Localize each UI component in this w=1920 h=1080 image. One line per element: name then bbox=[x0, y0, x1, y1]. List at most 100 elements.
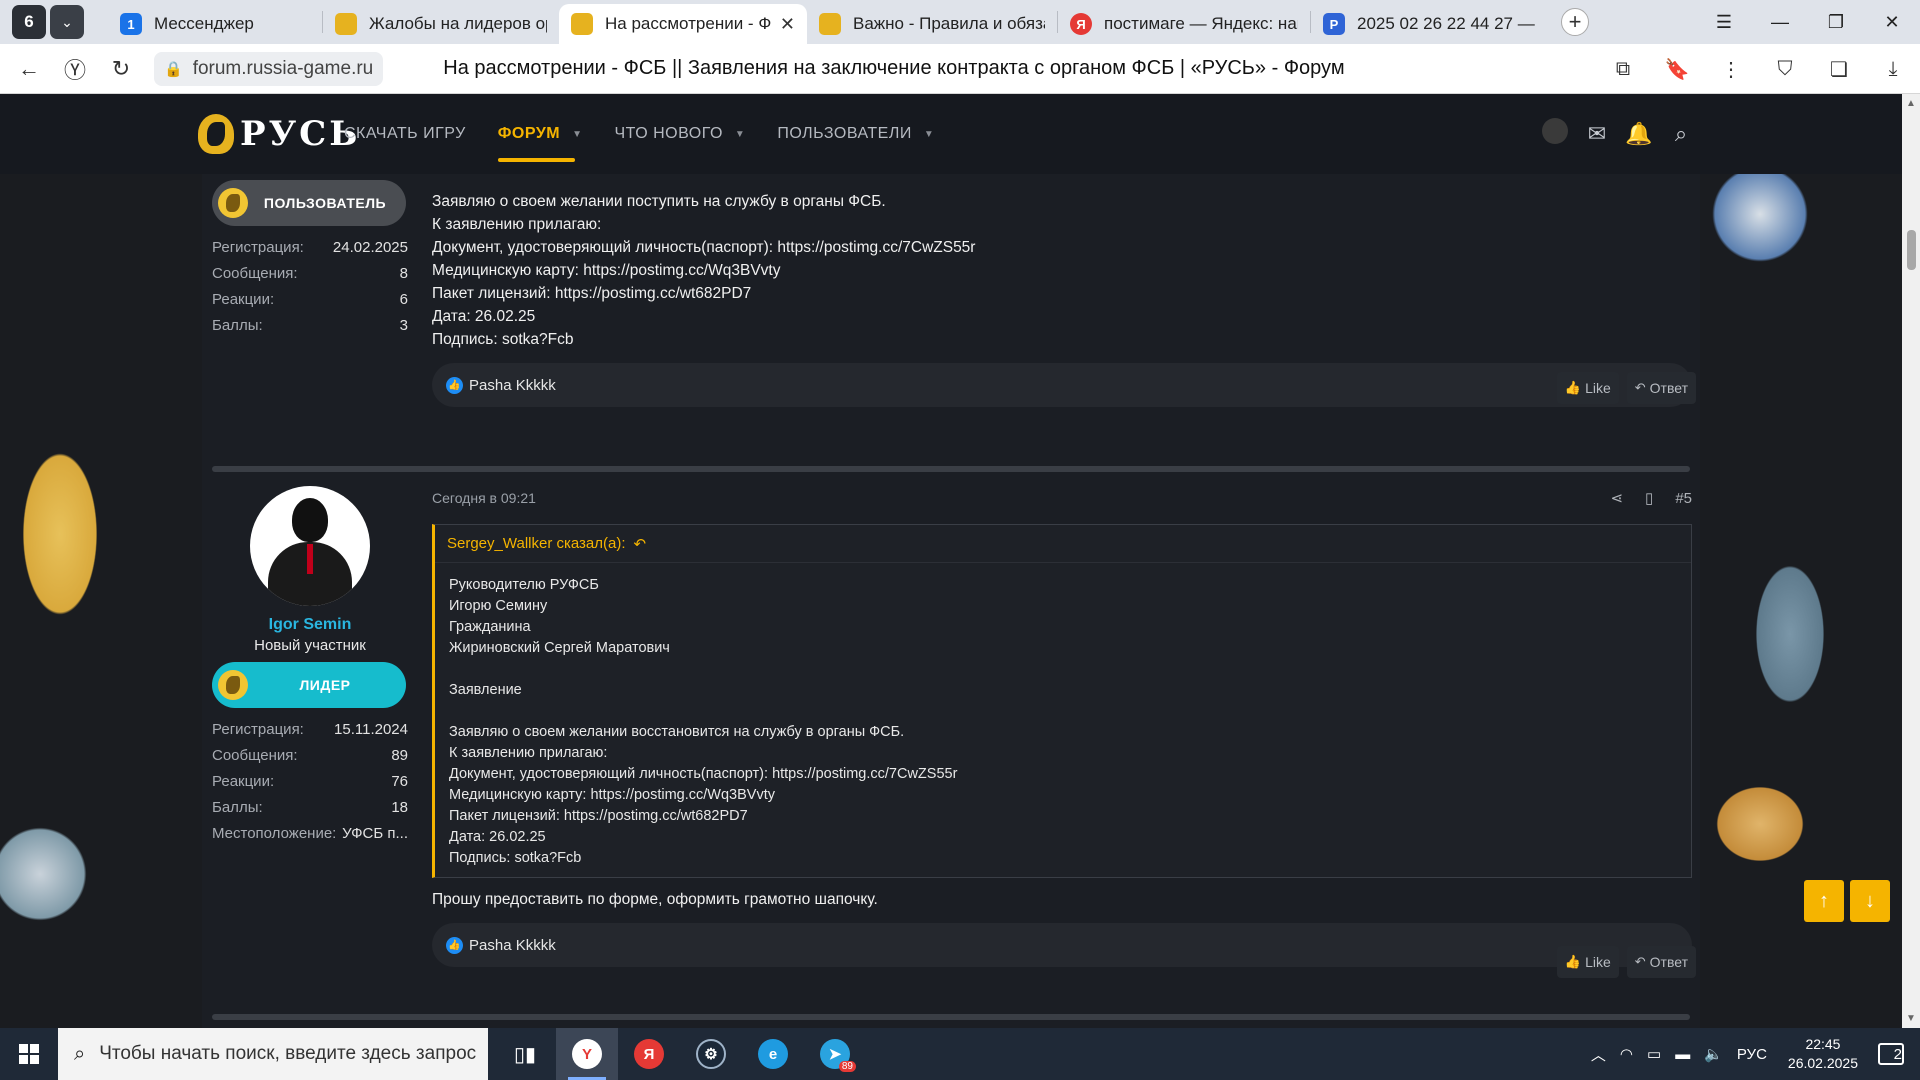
scroll-down-arrow-icon[interactable]: ↓ bbox=[1850, 880, 1890, 922]
tab-counter-button[interactable]: 6 bbox=[12, 5, 46, 39]
device-icon[interactable]: ▭ bbox=[1647, 1045, 1661, 1063]
url-field[interactable]: 🔒 forum.russia-game.ru bbox=[154, 51, 384, 86]
scroll-down-icon[interactable]: ▼ bbox=[1906, 1013, 1916, 1024]
username-link[interactable]: Igor Semin bbox=[212, 616, 408, 634]
tray-chevron-up-icon[interactable]: ︿ bbox=[1591, 1044, 1606, 1065]
stat-value[interactable]: 89 bbox=[391, 747, 408, 764]
reload-icon[interactable]: ↻ bbox=[98, 56, 144, 82]
header-icons: ✉ 🔔 ⌕ bbox=[1534, 94, 1702, 174]
nav-download-game[interactable]: СКАЧАТЬ ИГРУ bbox=[344, 94, 466, 174]
system-tray: ︿ ◠ ▭ ▬ 🔈 РУС 22:45 26.02.2025 2 bbox=[1584, 1028, 1920, 1080]
bookmark-icon[interactable]: ▯ bbox=[1645, 489, 1653, 507]
language-indicator[interactable]: РУС bbox=[1737, 1046, 1767, 1063]
quote-blank-line bbox=[449, 701, 1677, 722]
text-line[interactable]: Документ, удостоверяющий личность(паспор… bbox=[432, 236, 1692, 259]
telegram-app[interactable]: ➤ 89 bbox=[804, 1028, 866, 1080]
quote-line[interactable]: Документ, удостоверяющий личность(паспор… bbox=[449, 764, 1677, 785]
edge-app[interactable]: e bbox=[742, 1028, 804, 1080]
caret-down-icon[interactable]: ▼ bbox=[572, 129, 582, 140]
caret-down-icon[interactable]: ▼ bbox=[924, 129, 934, 140]
page-scrollbar[interactable]: ▲ ▼ bbox=[1902, 94, 1920, 1028]
caret-down-icon[interactable]: ▼ bbox=[735, 129, 745, 140]
reaction-user[interactable]: Pasha Kkkkk bbox=[469, 377, 556, 394]
network-icon[interactable]: ◠ bbox=[1620, 1045, 1633, 1063]
volume-icon[interactable]: 🔈 bbox=[1704, 1045, 1723, 1063]
mail-icon[interactable]: ✉ bbox=[1576, 121, 1618, 147]
reply-button[interactable]: ↶ Ответ bbox=[1626, 946, 1696, 978]
tab-yandex-search[interactable]: Я постимаге — Яндекс: наш bbox=[1058, 4, 1310, 44]
reactions-bar[interactable]: 👍 Pasha Kkkkk bbox=[432, 923, 1692, 967]
quote-line: Дата: 26.02.25 bbox=[449, 829, 546, 845]
yandex-browser-app[interactable]: Y bbox=[556, 1028, 618, 1080]
like-button[interactable]: 👍 Like bbox=[1556, 946, 1619, 978]
text-line[interactable]: Медицинскую карту: https://postimg.cc/Wq… bbox=[432, 259, 1692, 282]
nav-forum[interactable]: ФОРУМ ▼ bbox=[497, 94, 583, 174]
close-window-icon[interactable]: ✕ bbox=[1864, 12, 1920, 33]
post-text: Заявляю о своем желании поступить на слу… bbox=[432, 190, 1692, 351]
quote-line[interactable]: Пакет лицензий: https://postimg.cc/wt682… bbox=[449, 806, 1677, 827]
stat-row: Сообщения: 8 bbox=[212, 260, 408, 286]
avatar[interactable] bbox=[250, 486, 370, 606]
account-avatar[interactable] bbox=[1534, 118, 1576, 150]
jump-to-quote-icon[interactable]: ↶ bbox=[634, 535, 647, 553]
quote-line[interactable]: Медицинскую карту: https://postimg.cc/Wq… bbox=[449, 785, 1677, 806]
more-vertical-icon[interactable]: ⋮ bbox=[1704, 57, 1758, 82]
start-button[interactable] bbox=[0, 1028, 58, 1080]
reaction-user[interactable]: Pasha Kkkkk bbox=[469, 937, 556, 954]
taskbar-search[interactable]: ⌕ Чтобы начать поиск, введите здесь запр… bbox=[58, 1028, 488, 1080]
post-divider bbox=[212, 466, 1690, 472]
yandex-home-icon[interactable]: Ⓨ bbox=[52, 53, 98, 85]
quote-header[interactable]: Sergey_Wallker сказал(а): ↶ bbox=[435, 525, 1691, 563]
tab-complaints[interactable]: Жалобы на лидеров орга bbox=[323, 4, 559, 44]
rus-logo-icon bbox=[335, 13, 357, 35]
text-line[interactable]: Пакет лицензий: https://postimg.cc/wt682… bbox=[432, 282, 1692, 305]
stat-value[interactable]: 76 bbox=[391, 773, 408, 790]
reply-button[interactable]: ↶ Ответ bbox=[1626, 372, 1696, 404]
tab-fsb-active[interactable]: На рассмотрении - ФС ✕ bbox=[559, 4, 807, 44]
menu-icon[interactable]: ☰ bbox=[1696, 12, 1752, 33]
steam-app[interactable]: ⚙ bbox=[680, 1028, 742, 1080]
reactions-bar[interactable]: 👍 Pasha Kkkkk bbox=[432, 363, 1692, 407]
stat-value[interactable]: 6 bbox=[400, 291, 408, 308]
share-icon[interactable]: ⋖ bbox=[1610, 489, 1623, 507]
scrollbar-thumb[interactable] bbox=[1907, 230, 1916, 270]
stat-key: Регистрация: bbox=[212, 238, 304, 256]
tab-postimage[interactable]: P 2025 02 26 22 44 27 — Pos bbox=[1311, 4, 1551, 44]
nav-whats-new[interactable]: ЧТО НОВОГО ▼ bbox=[615, 94, 746, 174]
tab-rules[interactable]: Важно - Правила и обяза bbox=[807, 4, 1057, 44]
quote-author[interactable]: Sergey_Wallker сказал(а): bbox=[447, 535, 626, 552]
protect-shield-icon[interactable]: ⛉ bbox=[1758, 58, 1812, 81]
translate-icon[interactable]: ⧉ bbox=[1596, 58, 1650, 81]
notifications-icon[interactable]: 2 bbox=[1878, 1043, 1904, 1065]
reply-arrow-icon: ↶ bbox=[1634, 954, 1646, 969]
like-button[interactable]: 👍 Like bbox=[1556, 372, 1619, 404]
downloads-icon[interactable]: ⤓ bbox=[1866, 58, 1920, 81]
post-date-link[interactable]: Сегодня в 09:21 bbox=[432, 490, 536, 506]
address-bar: ← Ⓨ ↻ 🔒 forum.russia-game.ru На рассмотр… bbox=[0, 44, 1920, 94]
back-arrow-icon[interactable]: ← bbox=[6, 56, 52, 82]
scroll-up-arrow-icon[interactable]: ↑ bbox=[1804, 880, 1844, 922]
bookmark-icon[interactable]: 🔖 bbox=[1650, 57, 1704, 82]
minimize-icon[interactable]: — bbox=[1752, 12, 1808, 33]
steam-icon: ⚙ bbox=[696, 1039, 726, 1069]
tab-list-chevron-icon[interactable]: ⌄ bbox=[50, 5, 84, 39]
stat-value: 18 bbox=[391, 798, 408, 816]
bell-icon[interactable]: 🔔 bbox=[1618, 121, 1660, 147]
text-line: К заявлению прилагаю: bbox=[432, 216, 602, 233]
search-icon[interactable]: ⌕ bbox=[1660, 121, 1702, 147]
close-tab-icon[interactable]: ✕ bbox=[780, 14, 795, 35]
taskbar-apps: ▯▮ Y Я ⚙ e ➤ 89 bbox=[494, 1028, 866, 1080]
restore-icon[interactable]: ❐ bbox=[1808, 12, 1864, 33]
yandex-app[interactable]: Я bbox=[618, 1028, 680, 1080]
new-tab-plus-icon[interactable]: + bbox=[1561, 8, 1589, 36]
scroll-up-icon[interactable]: ▲ bbox=[1906, 98, 1916, 109]
post-number-link[interactable]: #5 bbox=[1675, 490, 1692, 507]
collections-icon[interactable]: ❏ bbox=[1812, 57, 1866, 82]
task-view-icon[interactable]: ▯▮ bbox=[494, 1028, 556, 1080]
stat-value[interactable]: 8 bbox=[400, 265, 408, 282]
clock[interactable]: 22:45 26.02.2025 bbox=[1788, 1035, 1858, 1073]
nav-users[interactable]: ПОЛЬЗОВАТЕЛИ ▼ bbox=[777, 94, 934, 174]
site-logo[interactable]: РУСЬ bbox=[198, 114, 360, 154]
tab-messenger[interactable]: 1 Мессенджер bbox=[108, 4, 322, 44]
battery-icon[interactable]: ▬ bbox=[1675, 1046, 1690, 1063]
